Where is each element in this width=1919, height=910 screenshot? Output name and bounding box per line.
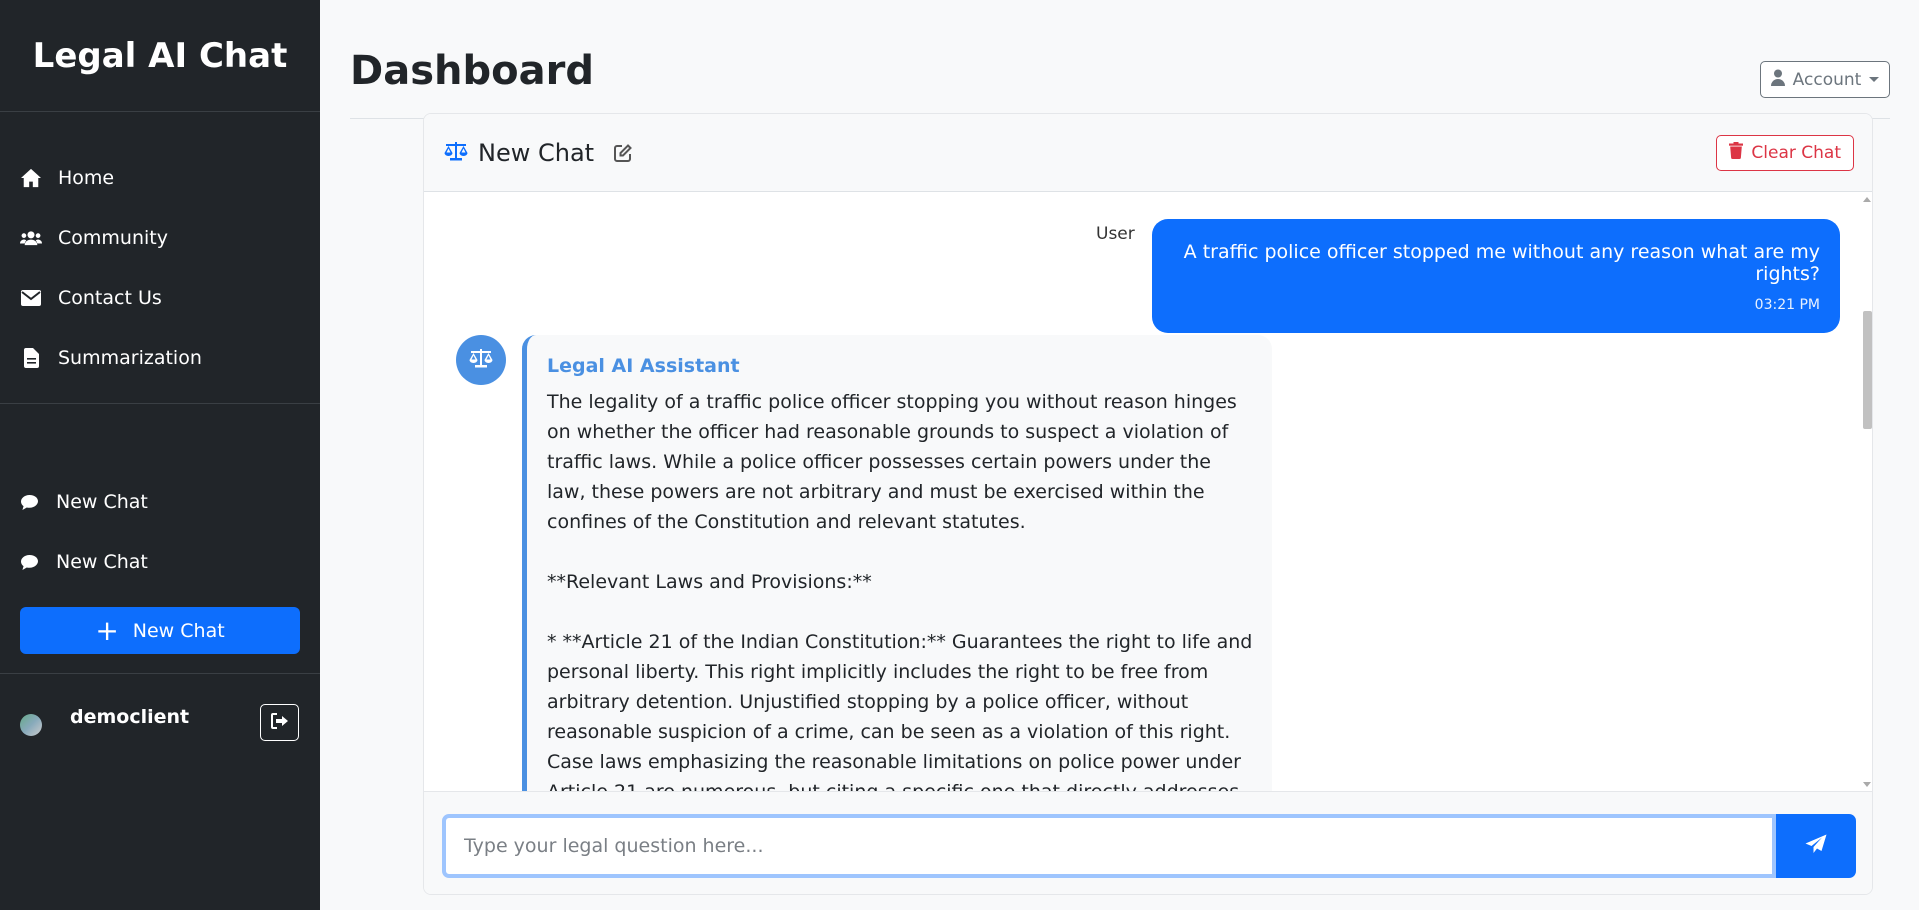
chat-card: New Chat Clear Chat User A traffic polic… xyxy=(423,113,1873,895)
scale-icon xyxy=(469,348,493,372)
plus-icon: + xyxy=(95,613,119,647)
avatar xyxy=(20,714,42,736)
sidebar-item-community[interactable]: Community xyxy=(0,208,320,268)
ai-message: Legal AI Assistant The legality of a tra… xyxy=(456,335,1272,791)
sidebar-divider xyxy=(0,673,320,674)
message-scrollbar[interactable] xyxy=(1860,193,1872,791)
sidebar-item-home[interactable]: Home xyxy=(0,148,320,208)
chat-history-label: New Chat xyxy=(56,491,148,513)
ai-message-text: The legality of a traffic police officer… xyxy=(547,391,1253,791)
ai-message-bubble: Legal AI Assistant The legality of a tra… xyxy=(522,335,1272,791)
clear-chat-button[interactable]: Clear Chat xyxy=(1716,135,1854,171)
username: democlient xyxy=(70,706,190,728)
paper-plane-icon xyxy=(1805,834,1827,858)
user-icon xyxy=(1770,69,1793,91)
scale-icon xyxy=(444,141,468,165)
chat-history-item[interactable]: New Chat xyxy=(0,472,320,532)
sidebar: Legal AI Chat Home Community Contact Us … xyxy=(0,0,320,910)
sidebar-item-contact[interactable]: Contact Us xyxy=(0,268,320,328)
sidebar-item-label: Community xyxy=(58,227,168,249)
home-icon xyxy=(20,167,42,189)
ai-sender-name: Legal AI Assistant xyxy=(547,355,740,377)
logout-icon xyxy=(270,712,289,733)
account-label: Account xyxy=(1792,69,1862,90)
envelope-icon xyxy=(20,287,42,309)
chevron-down-icon xyxy=(1869,77,1880,82)
message-input[interactable] xyxy=(442,814,1776,878)
trash-icon xyxy=(1729,142,1751,164)
chat-header: New Chat Clear Chat xyxy=(424,114,1872,192)
new-chat-button[interactable]: + New Chat xyxy=(20,607,300,654)
scroll-up-arrow[interactable] xyxy=(1863,197,1871,202)
user-profile: democlient xyxy=(20,698,189,736)
scrollbar-thumb[interactable] xyxy=(1863,311,1872,429)
send-button[interactable] xyxy=(1776,814,1856,878)
new-chat-label: New Chat xyxy=(132,619,225,642)
user-message-text: A traffic police officer stopped me with… xyxy=(1183,241,1820,285)
scroll-down-arrow[interactable] xyxy=(1863,782,1871,787)
document-icon xyxy=(20,347,42,369)
user-message: User A traffic police officer stopped me… xyxy=(1092,219,1840,333)
users-icon xyxy=(20,227,42,249)
message-timestamp: 03:21 PM xyxy=(1754,297,1820,313)
chat-bubble-icon xyxy=(20,494,40,511)
user-avatar: User xyxy=(1096,224,1135,244)
edit-icon[interactable] xyxy=(614,143,632,162)
ai-avatar xyxy=(456,335,506,385)
chat-history-label: New Chat xyxy=(56,551,148,573)
sidebar-item-label: Contact Us xyxy=(58,287,162,309)
account-dropdown-button[interactable]: Account xyxy=(1760,61,1890,98)
sidebar-item-label: Summarization xyxy=(58,347,202,369)
sidebar-nav: Home Community Contact Us Summarization xyxy=(0,112,320,404)
sidebar-item-label: Home xyxy=(58,167,115,189)
chat-history-item[interactable]: New Chat xyxy=(0,532,320,592)
chat-bubble-icon xyxy=(20,554,40,571)
chat-history-list: New Chat New Chat xyxy=(0,404,320,592)
message-list: User A traffic police officer stopped me… xyxy=(424,193,1872,791)
sidebar-item-summarization[interactable]: Summarization xyxy=(0,328,320,388)
page-title: Dashboard xyxy=(350,48,594,94)
chat-title: New Chat xyxy=(478,138,595,167)
logout-button[interactable] xyxy=(260,704,299,741)
brand-title: Legal AI Chat xyxy=(0,0,320,112)
clear-chat-label: Clear Chat xyxy=(1751,143,1841,163)
user-message-bubble: A traffic police officer stopped me with… xyxy=(1152,219,1840,333)
chat-input-area xyxy=(424,791,1872,894)
